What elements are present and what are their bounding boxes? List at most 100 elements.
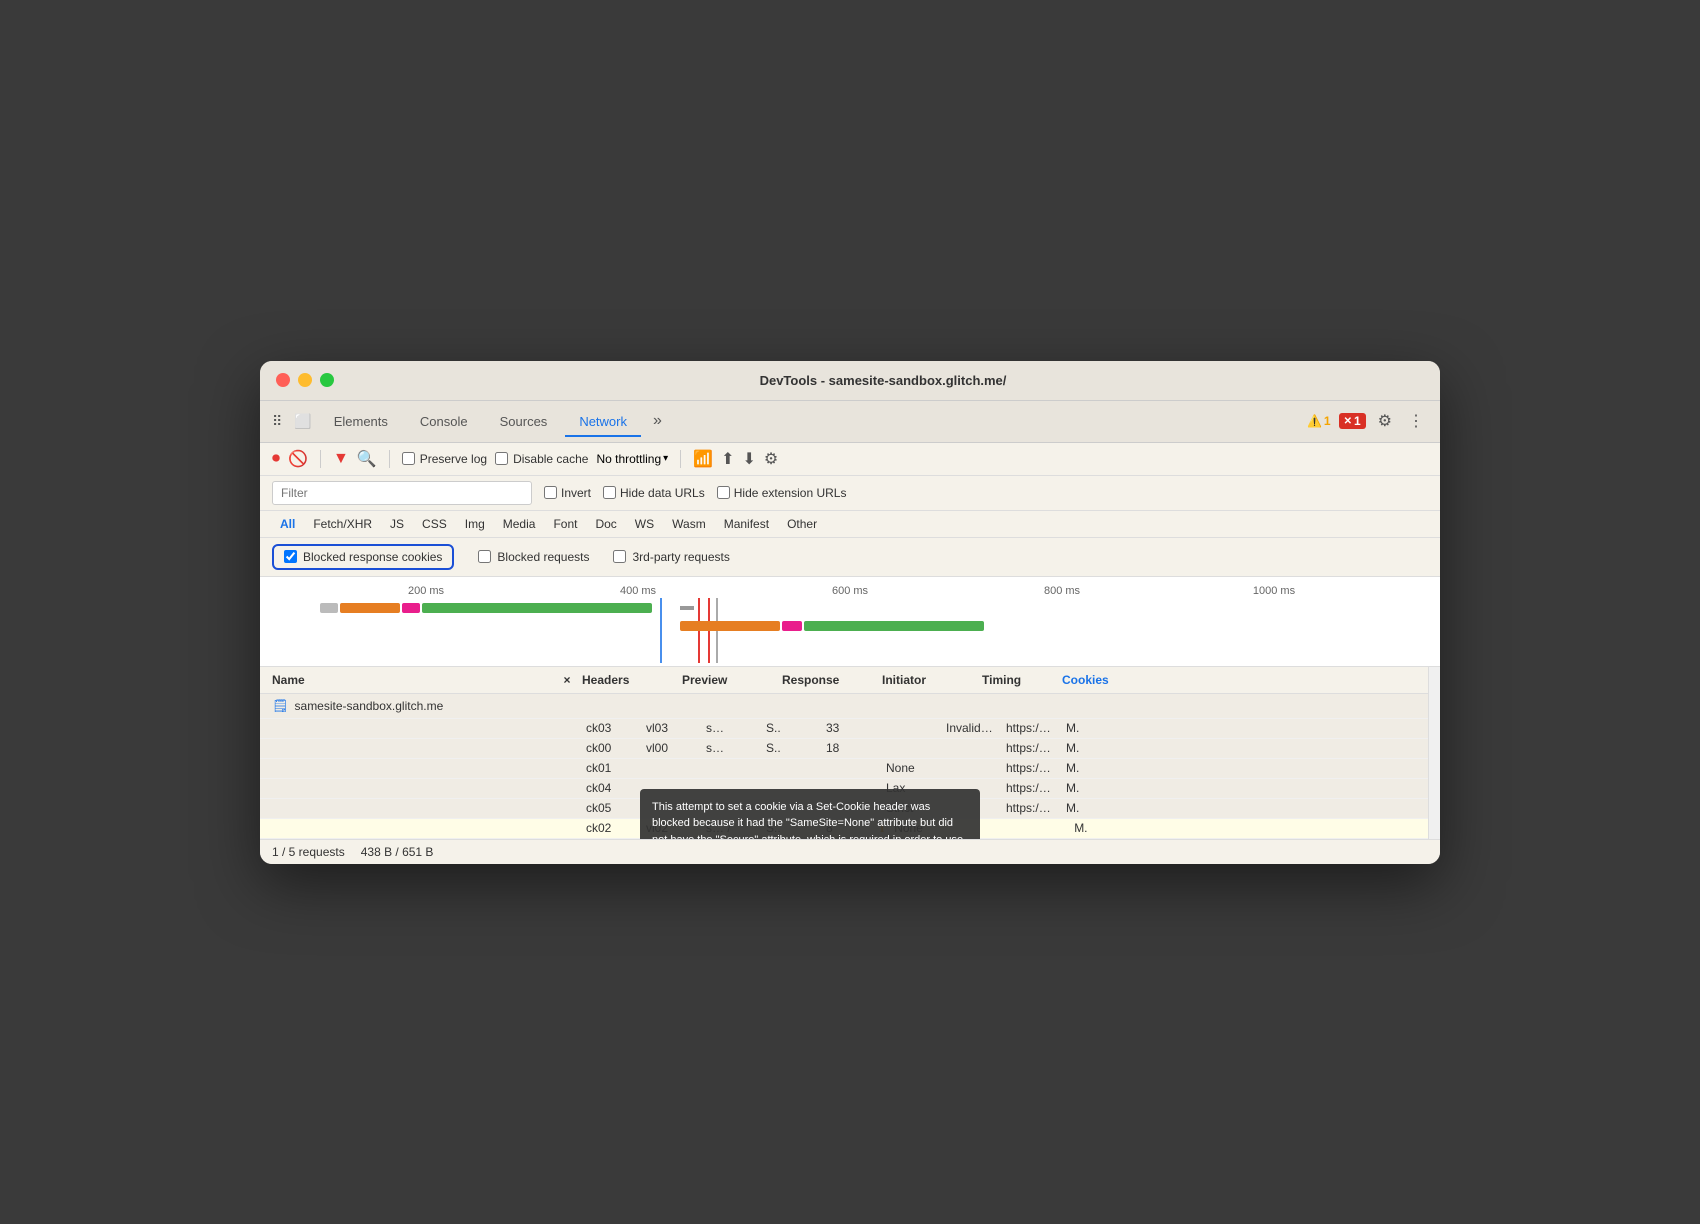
col-name-header: Name: [272, 673, 552, 687]
more-tabs-button[interactable]: »: [645, 408, 670, 434]
hide-data-urls-label[interactable]: Hide data URLs: [603, 486, 705, 500]
type-css[interactable]: CSS: [414, 515, 455, 533]
third-party-checkbox[interactable]: [613, 550, 626, 563]
filter-bar: Invert Hide data URLs Hide extension URL…: [260, 476, 1440, 511]
scrollbar[interactable]: [1428, 667, 1440, 839]
download-icon[interactable]: ⬇: [743, 449, 756, 469]
blocked-cookies-checkbox[interactable]: [284, 550, 297, 563]
tab-sources[interactable]: Sources: [486, 406, 562, 437]
ruler-800ms: 800 ms: [956, 585, 1168, 597]
cookie-name: ck04: [580, 781, 640, 795]
table-header: Name × Headers Preview Response Initiato…: [260, 667, 1428, 694]
warning-icon: ⚠️: [1307, 414, 1322, 428]
cookie-name: ck00: [580, 741, 640, 755]
cookie-row-ck01[interactable]: ck01 None https://… M. This attempt to s…: [260, 759, 1428, 779]
third-party-item[interactable]: 3rd-party requests: [613, 550, 729, 564]
type-font[interactable]: Font: [545, 515, 585, 533]
upload-icon[interactable]: ⬆: [721, 449, 734, 469]
cookie-timing: https://…: [1000, 741, 1060, 755]
cookie-row-ck04[interactable]: ck04 Lax https://… M.: [260, 779, 1428, 799]
col-initiator-header: Initiator: [882, 673, 982, 687]
type-doc[interactable]: Doc: [587, 515, 624, 533]
error-icon: ✕: [1344, 416, 1352, 427]
chevron-down-icon: ▾: [663, 453, 668, 464]
tab-console[interactable]: Console: [406, 406, 482, 437]
separator: [320, 450, 321, 468]
ruler-400ms: 400 ms: [532, 585, 744, 597]
cookie-last: M.: [1068, 821, 1128, 835]
record-icon[interactable]: ⏺: [272, 450, 280, 468]
tab-network[interactable]: Network: [565, 406, 641, 437]
cookie-path: s…: [700, 721, 760, 735]
filter-input[interactable]: [272, 481, 532, 505]
checkbox-bar: Blocked response cookies Blocked request…: [260, 538, 1440, 577]
cookie-domain: S..: [760, 741, 820, 755]
timeline-bars: [320, 603, 1380, 658]
hide-ext-urls-checkbox[interactable]: [717, 486, 730, 499]
cookie-samesite: Lax: [880, 781, 940, 795]
type-all[interactable]: All: [272, 515, 303, 533]
maximize-button[interactable]: [320, 373, 334, 387]
table-row[interactable]: 🗒 samesite-sandbox.glitch.me: [260, 694, 1428, 719]
hide-data-urls-checkbox[interactable]: [603, 486, 616, 499]
cookie-size: 8: [820, 821, 880, 835]
warning-icon: ℹ: [880, 822, 884, 835]
cookie-value: vl03: [640, 721, 700, 735]
cookie-initiator: InvalidVa…: [940, 721, 1000, 735]
settings-icon[interactable]: ⚙: [1374, 407, 1396, 435]
cookie-samesite: None: [880, 761, 940, 775]
clear-icon[interactable]: 🚫: [288, 449, 308, 469]
tab-elements[interactable]: Elements: [320, 406, 402, 437]
type-ws[interactable]: WS: [627, 515, 662, 533]
request-count: 1 / 5 requests: [272, 845, 345, 859]
wifi-icon: 📶: [693, 449, 713, 469]
type-fetch[interactable]: Fetch/XHR: [305, 515, 380, 533]
col-x-header[interactable]: ×: [552, 673, 582, 687]
hide-ext-urls-label[interactable]: Hide extension URLs: [717, 486, 847, 500]
size-info: 438 B / 651 B: [361, 845, 434, 859]
invert-label[interactable]: Invert: [544, 486, 591, 500]
preserve-log-label[interactable]: Preserve log: [402, 452, 487, 466]
disable-cache-label[interactable]: Disable cache: [495, 452, 588, 466]
preserve-log-checkbox[interactable]: [402, 452, 415, 465]
throttle-selector[interactable]: No throttling ▾: [596, 452, 668, 466]
close-button[interactable]: [276, 373, 290, 387]
cookie-row-ck05[interactable]: ck05 Strict https://… M.: [260, 799, 1428, 819]
window-title: DevTools - samesite-sandbox.glitch.me/: [342, 373, 1424, 388]
type-manifest[interactable]: Manifest: [716, 515, 777, 533]
cookie-last: M.: [1060, 801, 1120, 815]
blocked-requests-checkbox[interactable]: [478, 550, 491, 563]
filter-icon[interactable]: ▼: [333, 450, 349, 468]
type-media[interactable]: Media: [495, 515, 544, 533]
col-cookies-header: Cookies: [1062, 673, 1142, 687]
cookie-row-ck00[interactable]: ck00 vl00 s… S.. 18 https://… M.: [260, 739, 1428, 759]
cursor-icon: ⠿: [272, 413, 282, 430]
blocked-cookies-item[interactable]: Blocked response cookies: [272, 544, 454, 570]
cookie-row-ck03[interactable]: ck03 vl03 s… S.. 33 InvalidVa… https://……: [260, 719, 1428, 739]
disable-cache-checkbox[interactable]: [495, 452, 508, 465]
type-wasm[interactable]: Wasm: [664, 515, 714, 533]
timeline-area: 200 ms 400 ms 600 ms 800 ms 1000 ms: [260, 577, 1440, 667]
tabbar-actions: ⚠️ 1 ✕ 1 ⚙ ⋮: [1307, 407, 1428, 435]
type-img[interactable]: Img: [457, 515, 493, 533]
col-timing-header: Timing: [982, 673, 1062, 687]
cookie-last: M.: [1060, 741, 1120, 755]
cookie-samesite: None: [888, 821, 948, 835]
search-icon[interactable]: 🔍: [357, 449, 377, 469]
row-name: 🗒 samesite-sandbox.glitch.me: [272, 698, 552, 714]
type-other[interactable]: Other: [779, 515, 825, 533]
cookie-samesite: Strict: [880, 801, 940, 815]
blocked-requests-item[interactable]: Blocked requests: [478, 550, 589, 564]
invert-checkbox[interactable]: [544, 486, 557, 499]
cookie-value: vl00: [640, 741, 700, 755]
cookie-domain: S..: [760, 821, 820, 835]
separator2: [389, 450, 390, 468]
cookie-row-ck02[interactable]: ck02 vl02 s… / S.. 8 ℹ None M.: [260, 819, 1428, 839]
network-settings-icon[interactable]: ⚙: [764, 449, 778, 469]
panel-main: Name × Headers Preview Response Initiato…: [260, 667, 1428, 839]
type-js[interactable]: JS: [382, 515, 412, 533]
more-options-icon[interactable]: ⋮: [1404, 407, 1428, 435]
minimize-button[interactable]: [298, 373, 312, 387]
cookie-path: s… /: [700, 821, 760, 835]
col-preview-header: Preview: [682, 673, 782, 687]
